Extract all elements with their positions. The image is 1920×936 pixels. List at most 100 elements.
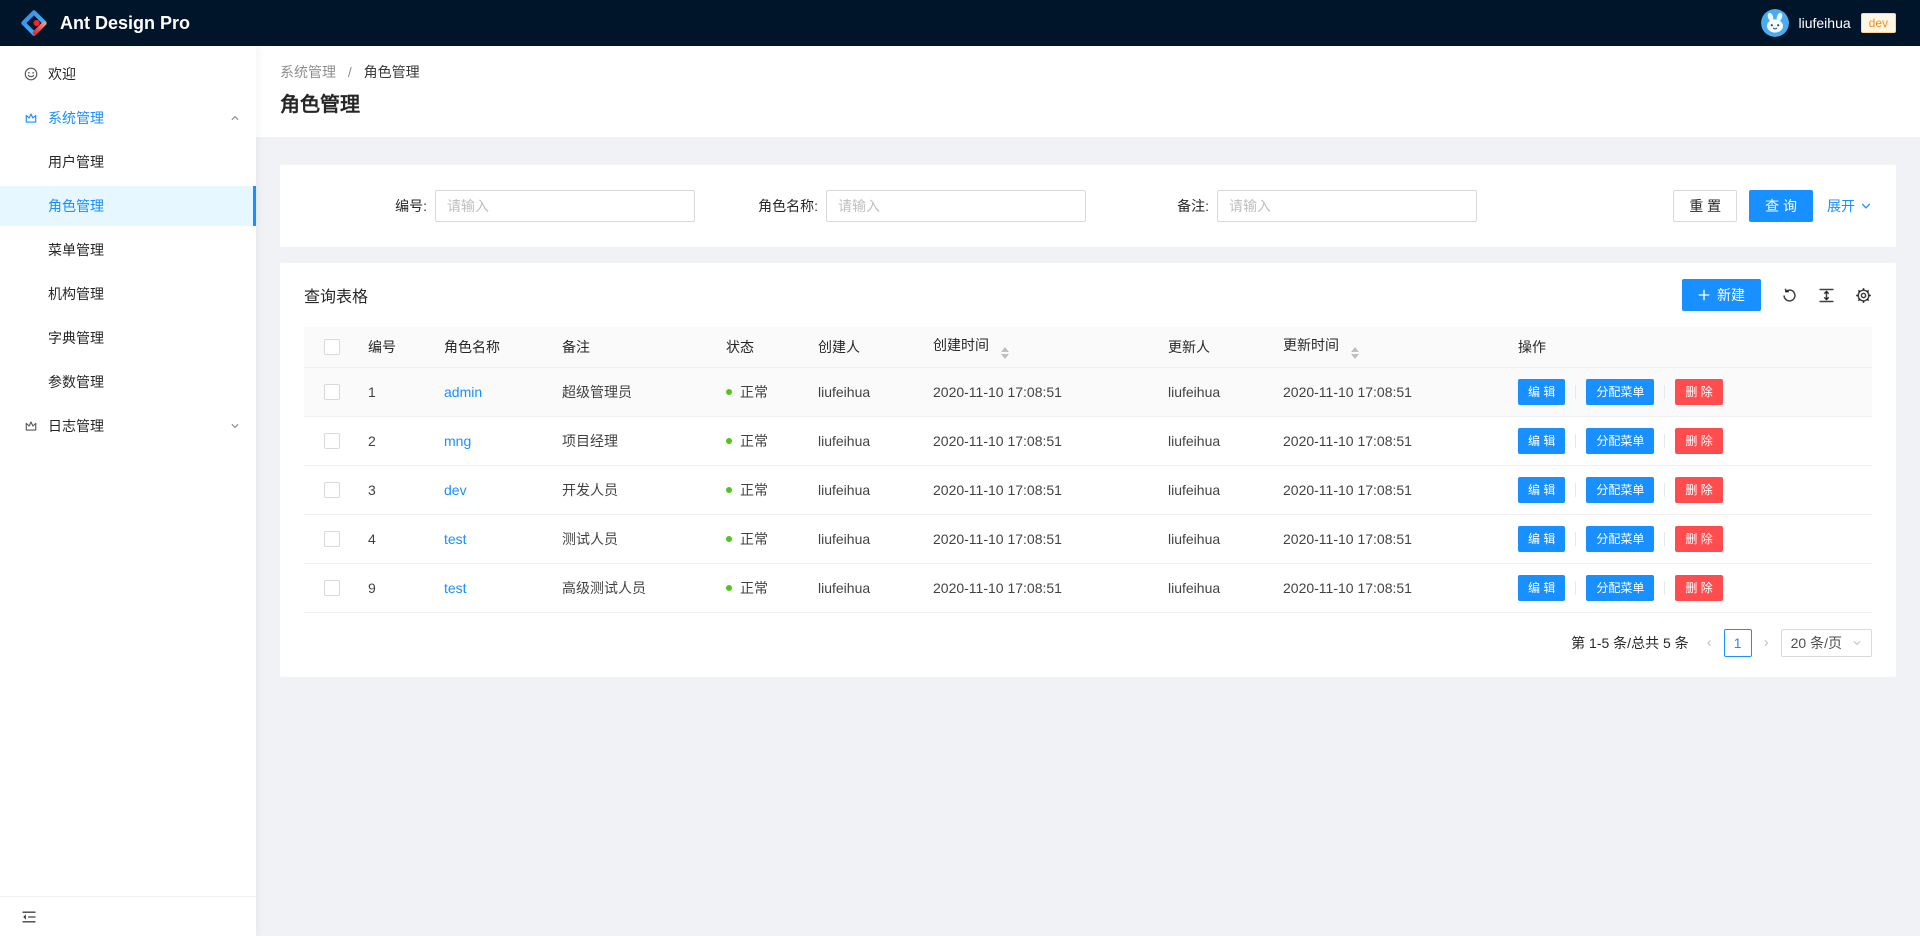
username: liufeihua <box>1798 15 1850 31</box>
action-divider <box>1664 581 1665 595</box>
assign-menu-button[interactable]: 分配菜单 <box>1586 428 1654 454</box>
role-name-input[interactable] <box>826 190 1086 222</box>
sidebar-item-param-management[interactable]: 参数管理 <box>0 362 256 402</box>
sidebar-item-dict-management[interactable]: 字典管理 <box>0 318 256 358</box>
breadcrumb: 系统管理 / 角色管理 <box>280 62 1896 82</box>
remark-input[interactable] <box>1217 190 1477 222</box>
breadcrumb-current: 角色管理 <box>364 64 420 80</box>
remark-cell: 测试人员 <box>554 514 718 563</box>
status-badge: 正常 <box>726 529 768 549</box>
sidebar-item-org-management[interactable]: 机构管理 <box>0 274 256 314</box>
new-button[interactable]: 新建 <box>1682 279 1761 311</box>
edit-button[interactable]: 编 辑 <box>1518 575 1565 601</box>
query-button[interactable]: 查 询 <box>1749 190 1813 222</box>
creator-cell: liufeihua <box>810 563 925 612</box>
status-dot-icon <box>726 389 732 395</box>
prev-page-button[interactable]: ‹ <box>1703 634 1716 651</box>
remark-label: 备注: <box>1177 196 1209 216</box>
sidebar-item-label: 字典管理 <box>48 328 104 348</box>
remark-cell: 超级管理员 <box>554 367 718 416</box>
search-card: 编号: 角色名称: 备注: 重 置 查 询 <box>280 165 1896 247</box>
role-name-link[interactable]: test <box>444 580 467 596</box>
delete-button[interactable]: 删 除 <box>1675 379 1722 405</box>
assign-menu-button[interactable]: 分配菜单 <box>1586 575 1654 601</box>
col-header-remark: 备注 <box>554 327 718 367</box>
role-name-link[interactable]: test <box>444 531 467 547</box>
app-title: Ant Design Pro <box>60 13 190 34</box>
status-badge: 正常 <box>726 382 768 402</box>
row-checkbox[interactable] <box>324 482 340 498</box>
assign-menu-button[interactable]: 分配菜单 <box>1586 379 1654 405</box>
sidebar-item-role-management[interactable]: 角色管理 <box>0 186 256 226</box>
status-badge: 正常 <box>726 578 768 598</box>
edit-button[interactable]: 编 辑 <box>1518 428 1565 454</box>
sidebar-item-system-management[interactable]: 系统管理 <box>0 98 256 138</box>
col-header-updated-time[interactable]: 更新时间 <box>1275 327 1510 367</box>
sidebar-item-user-management[interactable]: 用户管理 <box>0 142 256 182</box>
row-checkbox[interactable] <box>324 384 340 400</box>
col-header-label: 创建时间 <box>933 337 989 353</box>
status-label: 正常 <box>740 578 768 598</box>
sidebar-item-menu-management[interactable]: 菜单管理 <box>0 230 256 270</box>
assign-menu-button[interactable]: 分配菜单 <box>1586 526 1654 552</box>
sidebar-collapse-trigger[interactable] <box>0 896 256 936</box>
col-header-created-time[interactable]: 创建时间 <box>925 327 1160 367</box>
row-checkbox[interactable] <box>324 433 340 449</box>
status-label: 正常 <box>740 529 768 549</box>
page-size-value: 20 条/页 <box>1791 633 1842 653</box>
select-all-checkbox[interactable] <box>324 339 340 355</box>
user-area[interactable]: liufeihua dev <box>1761 9 1896 37</box>
role-name-link[interactable]: mng <box>444 433 471 449</box>
sorter-icon <box>1351 347 1359 359</box>
action-divider <box>1664 385 1665 399</box>
updater-cell: liufeihua <box>1160 563 1275 612</box>
delete-button[interactable]: 删 除 <box>1675 575 1722 601</box>
page-title: 角色管理 <box>280 91 1896 119</box>
role-id-cell: 3 <box>360 465 436 514</box>
chevron-up-icon <box>230 113 240 123</box>
sidebar-item-label: 机构管理 <box>48 284 104 304</box>
delete-button[interactable]: 删 除 <box>1675 477 1722 503</box>
chevron-down-icon <box>1852 638 1862 648</box>
assign-menu-button[interactable]: 分配菜单 <box>1586 477 1654 503</box>
page-header: 系统管理 / 角色管理 角色管理 <box>256 46 1920 137</box>
role-name-link[interactable]: dev <box>444 482 467 498</box>
sidebar-submenu-system: 用户管理 角色管理 菜单管理 机构管理 字典管理 参数管理 <box>0 142 256 402</box>
edit-button[interactable]: 编 辑 <box>1518 477 1565 503</box>
updated-time-cell: 2020-11-10 17:08:51 <box>1275 465 1510 514</box>
col-header-status: 状态 <box>718 327 810 367</box>
reload-icon[interactable] <box>1781 287 1798 304</box>
next-page-button[interactable]: › <box>1760 634 1773 651</box>
reset-button[interactable]: 重 置 <box>1673 190 1737 222</box>
role-name-link[interactable]: admin <box>444 384 482 400</box>
pagination-total: 第 1-5 条/总共 5 条 <box>1571 633 1688 653</box>
chevron-down-icon <box>230 421 240 431</box>
page-size-select[interactable]: 20 条/页 <box>1781 629 1872 657</box>
settings-gear-icon[interactable] <box>1855 287 1872 304</box>
density-icon[interactable] <box>1818 287 1835 304</box>
col-header-label: 更新时间 <box>1283 337 1339 353</box>
row-checkbox[interactable] <box>324 580 340 596</box>
row-checkbox[interactable] <box>324 531 340 547</box>
toolbar-actions: 新建 <box>1682 279 1872 311</box>
user-avatar[interactable] <box>1761 9 1789 37</box>
delete-button[interactable]: 删 除 <box>1675 428 1722 454</box>
page-number-1[interactable]: 1 <box>1724 629 1752 657</box>
expand-toggle[interactable]: 展开 <box>1827 196 1872 216</box>
sidebar-item-log-management[interactable]: 日志管理 <box>0 406 256 446</box>
edit-button[interactable]: 编 辑 <box>1518 379 1565 405</box>
action-divider <box>1664 532 1665 546</box>
col-header-role-name: 角色名称 <box>436 327 554 367</box>
status-label: 正常 <box>740 382 768 402</box>
breadcrumb-link-system[interactable]: 系统管理 <box>280 64 336 80</box>
role-id-cell: 4 <box>360 514 436 563</box>
sidebar-item-welcome[interactable]: 欢迎 <box>0 54 256 94</box>
role-id-input[interactable] <box>435 190 695 222</box>
delete-button[interactable]: 删 除 <box>1675 526 1722 552</box>
env-tag: dev <box>1861 13 1896 33</box>
updater-cell: liufeihua <box>1160 416 1275 465</box>
sidebar-item-label: 角色管理 <box>48 196 104 216</box>
edit-button[interactable]: 编 辑 <box>1518 526 1565 552</box>
app-logo-icon <box>20 9 48 37</box>
col-header-actions: 操作 <box>1510 327 1872 367</box>
